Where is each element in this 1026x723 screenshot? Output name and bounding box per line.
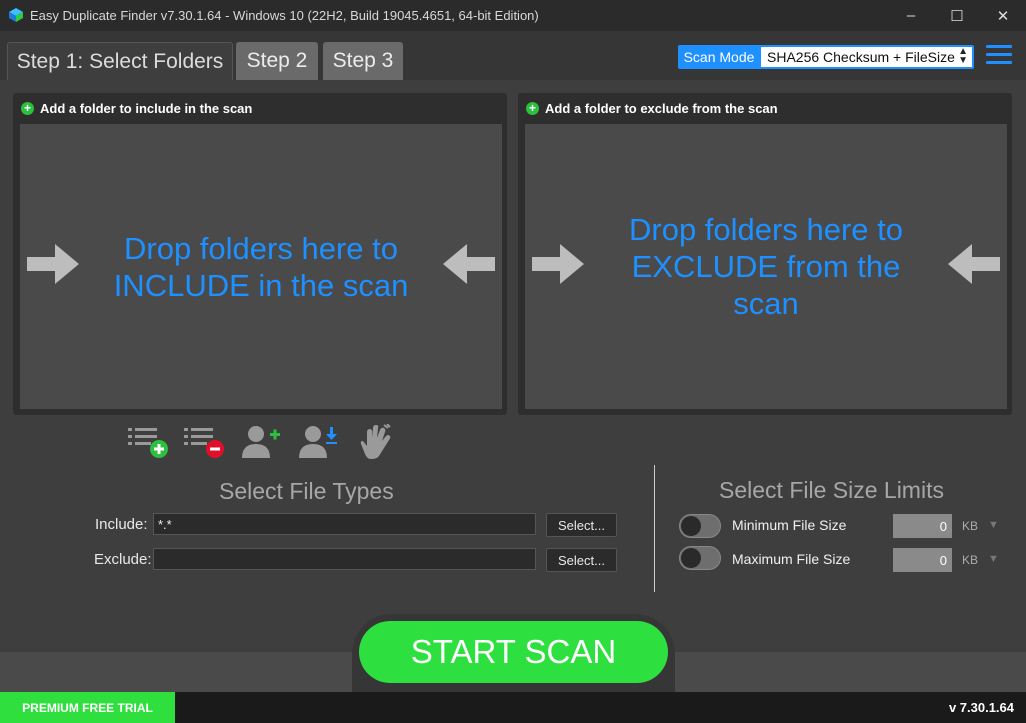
file-types-title: Select File Types — [219, 478, 394, 504]
include-types-input[interactable]: *.* — [153, 513, 536, 535]
max-size-unit: KB — [962, 553, 979, 567]
include-panel: + Add a folder to include in the scan Dr… — [13, 93, 507, 415]
hamburger-menu-icon[interactable] — [986, 45, 1012, 67]
min-size-unit: KB — [962, 519, 979, 533]
include-types-label: Include: — [95, 516, 148, 533]
scan-mode-select[interactable]: SHA256 Checksum + FileSize ▲ ▼ — [761, 47, 972, 67]
max-unit-dropdown-icon[interactable]: ▼ — [988, 553, 999, 565]
scan-mode-control: Scan Mode SHA256 Checksum + FileSize ▲ ▼ — [678, 45, 974, 69]
max-size-toggle[interactable] — [679, 546, 721, 570]
exclude-panel: + Add a folder to exclude from the scan … — [518, 93, 1012, 415]
exclude-select-button[interactable]: Select... — [546, 548, 617, 572]
add-folder-plus-icon: + — [21, 102, 34, 115]
max-size-input[interactable]: 0 — [893, 548, 952, 572]
start-scan-button[interactable]: START SCAN — [359, 621, 668, 683]
exclude-drop-text: Drop folders here to EXCLUDE from the sc… — [629, 212, 903, 321]
min-size-input[interactable]: 0 — [893, 514, 952, 538]
premium-trial-badge[interactable]: PREMIUM FREE TRIAL — [0, 692, 175, 723]
scan-mode-value: SHA256 Checksum + FileSize — [767, 49, 955, 65]
section-divider — [654, 465, 655, 592]
exclude-types-label: Exclude: — [94, 551, 152, 568]
include-panel-header[interactable]: + Add a folder to include in the scan — [21, 101, 252, 116]
close-button[interactable]: ✕ — [980, 0, 1026, 31]
maximize-icon: ☐ — [950, 7, 964, 25]
minimize-icon: – — [906, 7, 916, 24]
add-user-folder-icon[interactable] — [240, 424, 282, 460]
include-drop-text: Drop folders here to INCLUDE in the scan — [113, 231, 409, 303]
import-user-folder-icon[interactable] — [297, 424, 339, 460]
exclude-drop-zone[interactable]: Drop folders here to EXCLUDE from the sc… — [525, 124, 1007, 409]
arrow-left-icon — [443, 244, 495, 284]
remove-list-icon[interactable] — [184, 424, 226, 460]
exclude-panel-header[interactable]: + Add a folder to exclude from the scan — [526, 101, 778, 116]
exclude-types-input[interactable] — [153, 548, 536, 570]
arrow-left-icon — [948, 244, 1000, 284]
tab-step-3[interactable]: Step 3 — [323, 42, 403, 80]
tab-step-1[interactable]: Step 1: Select Folders — [7, 42, 233, 81]
close-icon: ✕ — [996, 7, 1010, 25]
tab-step-2[interactable]: Step 2 — [236, 42, 318, 80]
include-select-button[interactable]: Select... — [546, 513, 617, 537]
arrow-right-icon — [532, 244, 584, 284]
max-size-label: Maximum File Size — [732, 551, 851, 567]
include-header-label: Add a folder to include in the scan — [40, 101, 253, 116]
include-drop-zone[interactable]: Drop folders here to INCLUDE in the scan — [20, 124, 502, 409]
min-size-toggle[interactable] — [679, 514, 721, 538]
maximize-button[interactable]: ☐ — [934, 0, 980, 31]
exclude-header-label: Add a folder to exclude from the scan — [545, 101, 778, 116]
app-logo-icon — [9, 8, 23, 22]
window-title: Easy Duplicate Finder v7.30.1.64 - Windo… — [30, 8, 539, 23]
scan-mode-label: Scan Mode — [683, 49, 755, 65]
minimize-button[interactable]: – — [888, 0, 934, 31]
hand-wave-icon[interactable] — [357, 424, 393, 460]
version-label: v 7.30.1.64 — [948, 700, 1014, 715]
min-size-label: Minimum File Size — [732, 517, 847, 533]
arrow-right-icon — [27, 244, 79, 284]
add-list-icon[interactable] — [128, 424, 170, 460]
min-unit-dropdown-icon[interactable]: ▼ — [988, 519, 999, 531]
select-arrows-icon: ▲ ▼ — [958, 46, 968, 66]
add-folder-plus-icon: + — [526, 102, 539, 115]
size-limits-title: Select File Size Limits — [719, 477, 944, 503]
